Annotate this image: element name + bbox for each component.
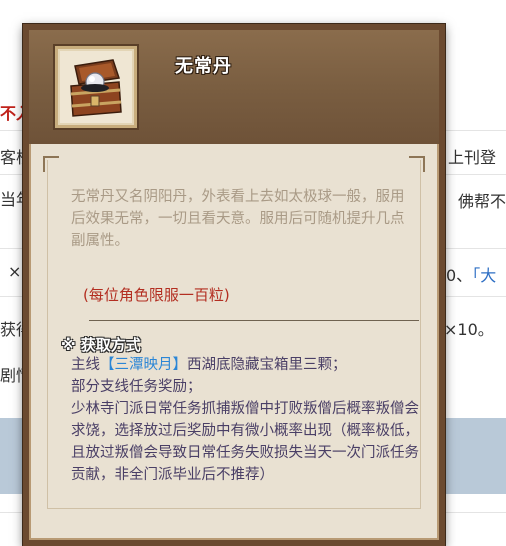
usage-limit: (每位角色限服一百粒) bbox=[83, 286, 230, 304]
item-tooltip: 无常丹 无常丹又名阴阳丹，外表看上去如太极球一般，服用后效果无常，一切且看天意。… bbox=[23, 24, 445, 546]
section-divider bbox=[89, 320, 419, 321]
bg-text-row4-right: 0、「大 bbox=[446, 262, 496, 286]
item-icon-frame bbox=[55, 46, 137, 128]
bg-text-row3-right: 佛帮不 bbox=[458, 192, 506, 211]
bg-text-row5-right: ×10。 bbox=[444, 320, 494, 339]
obtain-line1-suffix: 西湖底隐藏宝箱里三颗； bbox=[187, 357, 347, 373]
obtain-heading: ※ 获取方式 bbox=[61, 336, 141, 354]
obtain-line-side: 部分支线任务奖励； bbox=[71, 379, 202, 395]
bg-text-row4-right-a: 0、 bbox=[446, 266, 473, 285]
obtain-line-shaolin: 少林寺门派日常任务抓捕叛僧中打败叛僧后概率叛僧会求饶，选择放过后奖励中有微小概率… bbox=[71, 401, 419, 483]
frame-corner bbox=[409, 156, 425, 172]
item-name: 无常丹 bbox=[175, 56, 232, 77]
obtain-line-main: 主线【三潭映月】西湖底隐藏宝箱里三颗； bbox=[71, 354, 421, 376]
frame-corner bbox=[43, 156, 59, 172]
obtain-methods: 主线【三潭映月】西湖底隐藏宝箱里三颗； 部分支线任务奖励； 少林寺门派日常任务抓… bbox=[71, 354, 421, 486]
quest-link[interactable]: 【三潭映月】 bbox=[100, 357, 187, 373]
obtain-line1-prefix: 主线 bbox=[71, 357, 100, 373]
treasure-chest-icon bbox=[70, 59, 122, 117]
item-description: 无常丹又名阴阳丹，外表看上去如太极球一般，服用后效果无常，一切且看天意。服用后可… bbox=[71, 189, 405, 249]
bg-link-row4[interactable]: 「大 bbox=[472, 266, 496, 285]
bg-text-row2-right: 上刊登 bbox=[448, 148, 497, 167]
